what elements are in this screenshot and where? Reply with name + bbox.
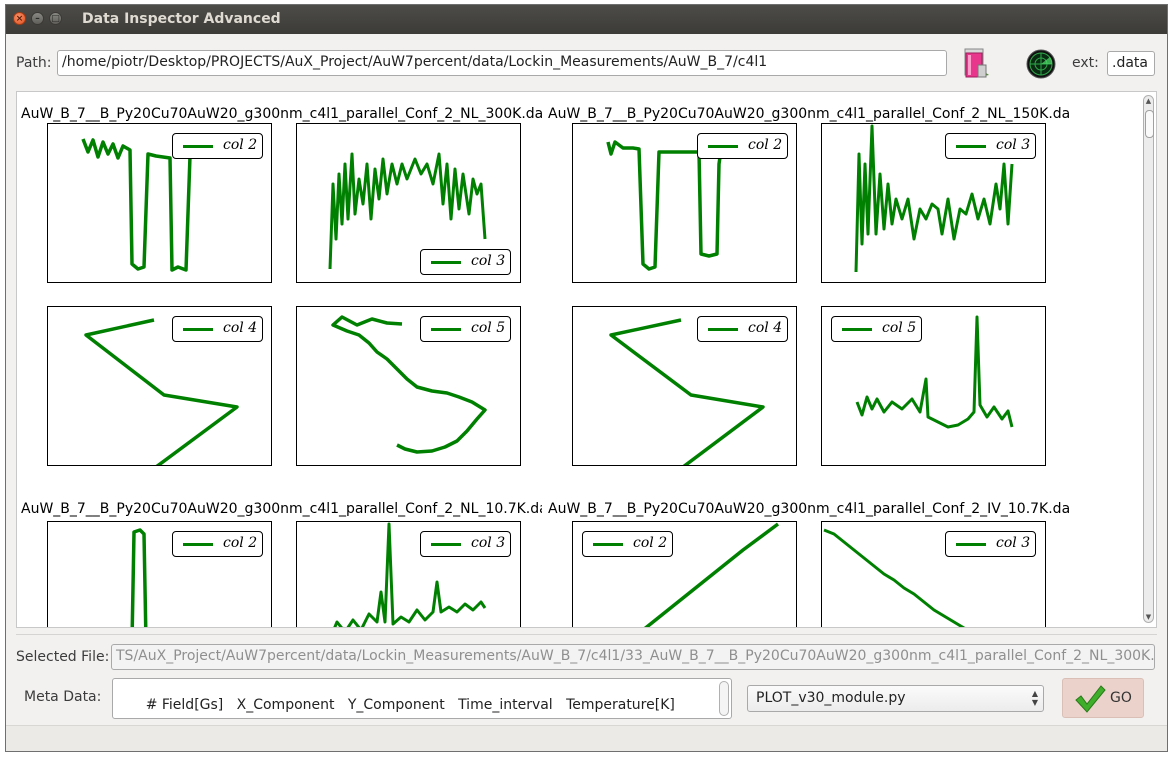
plot-panel: col 2 [572, 521, 797, 627]
select-arrows-icon: ▲ ▼ [1031, 689, 1038, 707]
figure-title: AuW_B_7__B_Py20Cu70AuW20_g300nm_c4l1_par… [548, 106, 1069, 122]
plot-panel: col 2 [47, 123, 272, 283]
plot-legend: col 2 [697, 133, 788, 159]
scroll-down-icon[interactable]: ▼ [1144, 613, 1153, 621]
title-bar: × – □ Data Inspector Advanced [6, 5, 1167, 34]
plot-panel: col 4 [572, 306, 797, 466]
plot-panel: col 3 [821, 521, 1046, 627]
meta-data-label: Meta Data: [24, 689, 102, 705]
scrollbar-thumb[interactable] [1145, 110, 1154, 138]
radar-scan-icon[interactable] [1026, 49, 1056, 79]
plots-scroll-area[interactable]: AuW_B_7__B_Py20Cu70AuW20_g300nm_c4l1_par… [16, 91, 1157, 628]
meta-data-textarea[interactable]: # Field[Gs] X_Component Y_Component Time… [112, 678, 732, 719]
plot-legend: col 2 [172, 531, 263, 557]
meta-column: # Field[Gs] [145, 697, 224, 713]
scroll-up-icon[interactable]: ▲ [1144, 97, 1153, 105]
plot-panel: col 3 [296, 123, 521, 283]
meta-column: Time_interval [458, 697, 553, 713]
folder-open-icon[interactable] [962, 45, 992, 81]
path-input[interactable]: /home/piotr/Desktop/PROJECTS/AuX_Project… [57, 50, 947, 76]
go-button-label: GO [1110, 690, 1132, 706]
meta-column: X_Component [236, 697, 335, 713]
go-button[interactable]: GO [1062, 678, 1144, 718]
plot-legend: col 5 [831, 316, 922, 342]
plot-legend: col 4 [172, 316, 263, 342]
plot-legend: col 3 [420, 531, 511, 557]
plot-panel: col 3 [296, 521, 521, 627]
close-icon[interactable]: × [13, 12, 26, 25]
plot-panel: col 2 [572, 123, 797, 283]
ext-input[interactable]: .data [1107, 51, 1155, 76]
figure-title: AuW_B_7__B_Py20Cu70AuW20_g300nm_c4l1_par… [21, 106, 542, 122]
meta-column: Temperature[K] [566, 697, 675, 713]
plot-panel: col 3 [821, 123, 1046, 283]
selected-file-field: TS/AuX_Project/AuW7percent/data/Lockin_M… [111, 644, 1155, 670]
plot-panel: col 5 [821, 306, 1046, 466]
figure-title: AuW_B_7__B_Py20Cu70AuW20_g300nm_c4l1_par… [548, 501, 1069, 517]
window-title: Data Inspector Advanced [82, 11, 281, 27]
plot-legend: col 5 [420, 316, 511, 342]
plot-legend: col 2 [172, 133, 263, 159]
vertical-scrollbar[interactable]: ▲ ▼ [1143, 95, 1154, 623]
plot-panel: col 4 [47, 306, 272, 466]
ext-label: ext: [1072, 55, 1099, 71]
module-select-value: PLOT_v30_module.py [756, 690, 906, 706]
figure-title: AuW_B_7__B_Py20Cu70AuW20_g300nm_c4l1_par… [21, 501, 542, 517]
plot-legend: col 3 [420, 249, 511, 275]
status-bar [6, 725, 1167, 751]
maximize-icon[interactable]: □ [49, 12, 62, 25]
selected-file-label: Selected File: [16, 649, 110, 665]
divider [16, 634, 1157, 635]
main-window: × – □ Data Inspector Advanced Path: /hom… [5, 4, 1168, 752]
plot-legend: col 2 [582, 531, 673, 557]
plot-panel: col 5 [296, 306, 521, 466]
path-label: Path: [16, 55, 52, 71]
plot-legend: col 3 [945, 133, 1036, 159]
checkmark-icon [1075, 685, 1106, 713]
plot-legend: col 3 [945, 531, 1036, 557]
meta-scrollbar[interactable] [719, 681, 729, 716]
meta-data-columns: # Field[Gs] X_Component Y_Component Time… [119, 681, 675, 729]
minimize-icon[interactable]: – [31, 12, 44, 25]
plot-panel: col 2 [47, 521, 272, 627]
module-select[interactable]: PLOT_v30_module.py ▲ ▼ [747, 685, 1044, 712]
plot-legend: col 4 [697, 316, 788, 342]
meta-column: Y_Component [347, 697, 445, 713]
